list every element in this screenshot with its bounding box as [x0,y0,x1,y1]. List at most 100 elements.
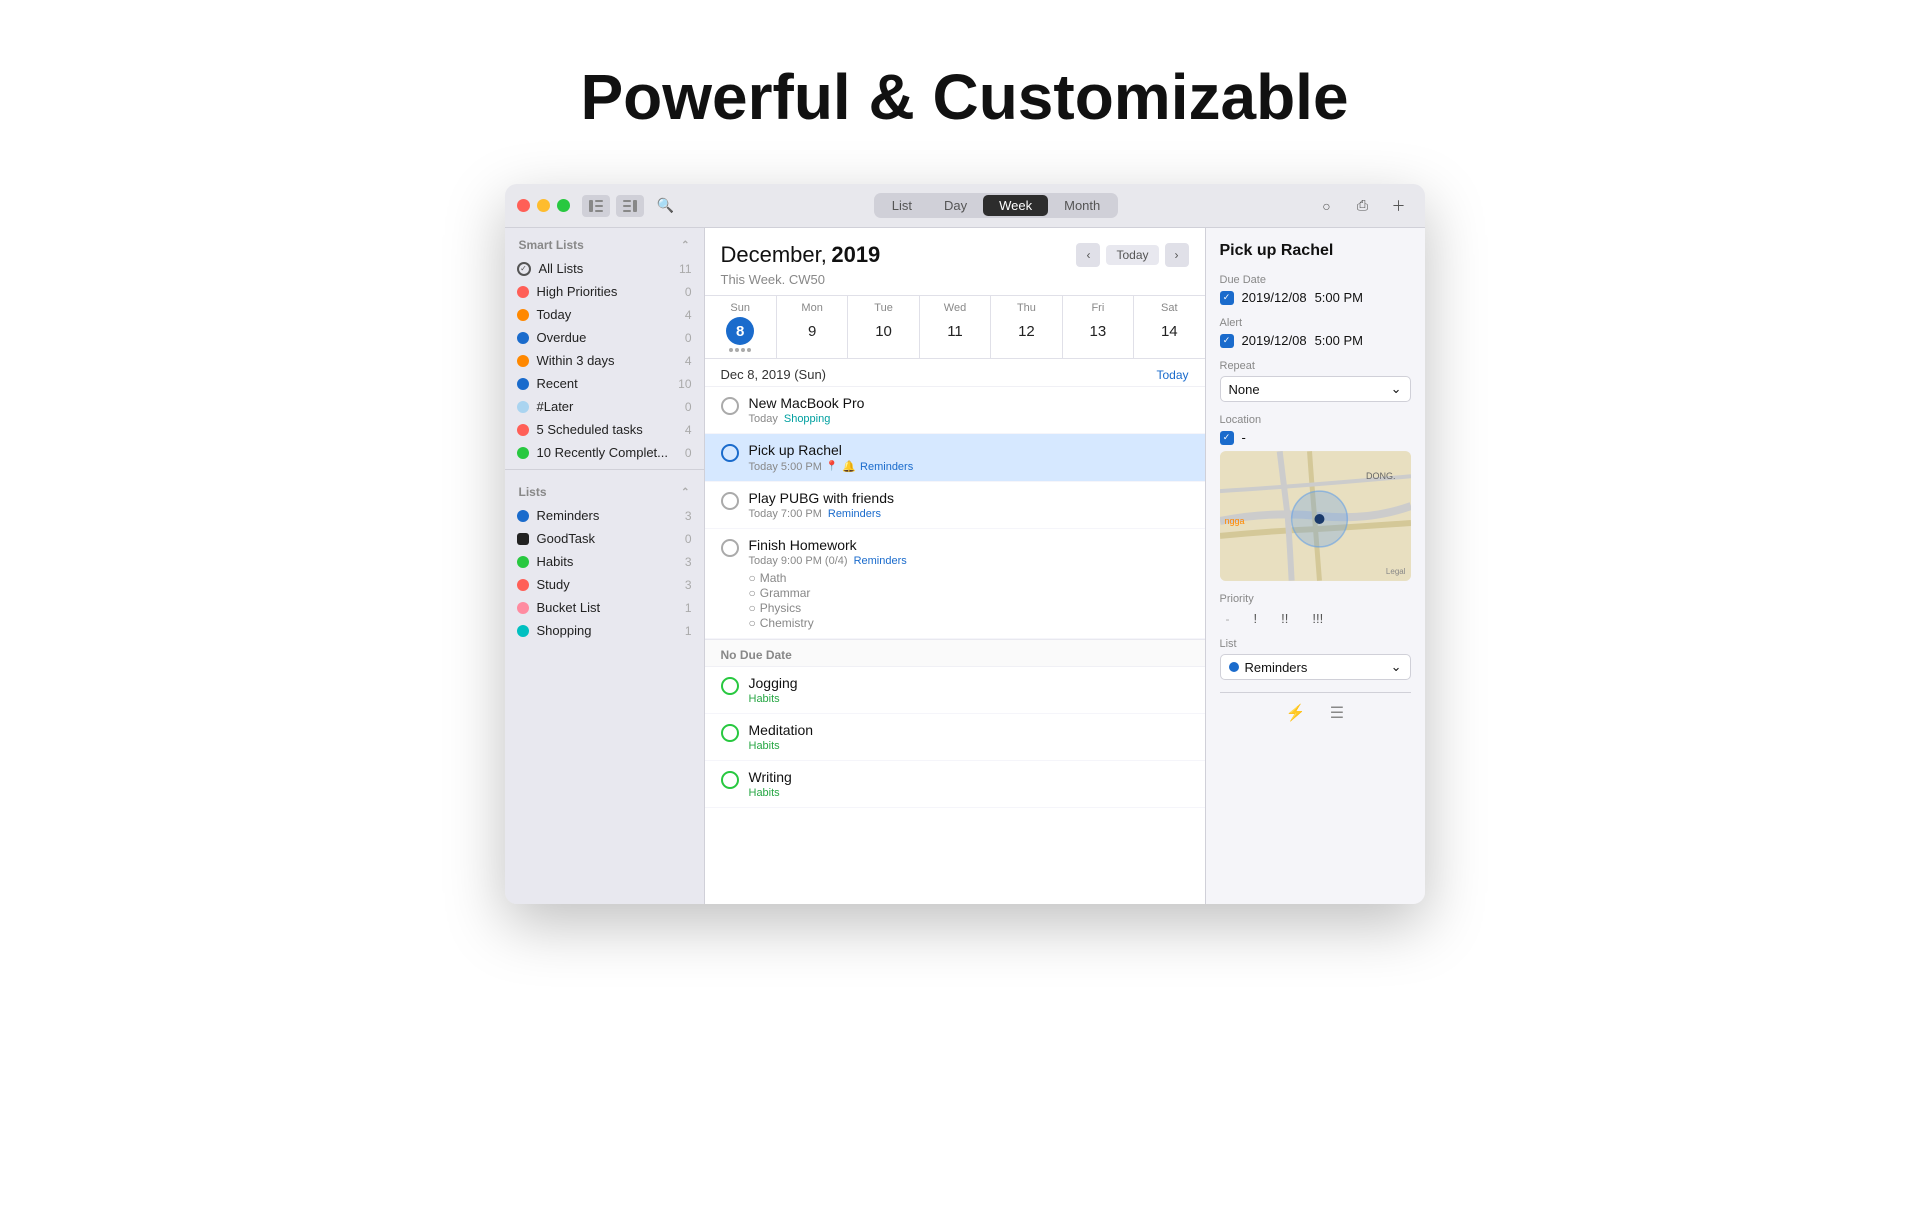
week-day-mon[interactable]: Mon 9 [776,296,847,358]
sidebar-item-bucket-list[interactable]: Bucket List 1 [505,596,704,619]
task-content-pubg: Play PUBG with friends Today 7:00 PM Rem… [749,490,1189,520]
maximize-button[interactable] [557,199,570,212]
task-circle-pubg[interactable] [721,492,739,510]
task-item-homework[interactable]: Finish Homework Today 9:00 PM (0/4) Remi… [705,529,1205,639]
sidebar-item-recently-complete[interactable]: 10 Recently Complet... 0 [505,441,704,464]
date-header-row: Dec 8, 2019 (Sun) Today [705,359,1205,387]
task-item-pick-up-rachel[interactable]: Pick up Rachel Today 5:00 PM 📍 🔔 Reminde… [705,434,1205,482]
app-window: 🔍 List Day Week Month ○ ⎙ ＋ Smart Lists … [505,184,1425,904]
week-day-thu[interactable]: Thu 12 [990,296,1061,358]
tab-day[interactable]: Day [928,195,983,216]
sidebar-item-overdue-count: 0 [685,331,692,345]
week-day-wed[interactable]: Wed 11 [919,296,990,358]
add-icon[interactable]: ＋ [1385,195,1413,217]
task-meta-pubg: Today 7:00 PM Reminders [749,508,1189,520]
all-lists-icon: ✓ [517,262,531,276]
week-dot [741,348,745,352]
tab-list[interactable]: List [876,195,928,216]
lists-chevron-icon: ⌃ [681,487,689,498]
week-dot [747,348,751,352]
date-header-label: Dec 8, 2019 (Sun) [721,367,827,382]
task-title-homework: Finish Homework [749,537,1189,553]
task-circle-rachel[interactable] [721,444,739,462]
sidebar-item-bucket-list-label: Bucket List [537,600,685,615]
week-day-tue[interactable]: Tue 10 [847,296,918,358]
sidebar-item-today-count: 4 [685,308,692,322]
task-item-meditation[interactable]: Meditation Habits [705,714,1205,761]
menu-icon[interactable]: ☰ [1330,703,1344,723]
week-day-name-sat: Sat [1161,302,1178,314]
sidebar-item-today[interactable]: Today 4 [505,303,704,326]
sidebar-item-later[interactable]: #Later 0 [505,395,704,418]
share-icon[interactable]: ⎙ [1349,195,1377,217]
sidebar-item-shopping[interactable]: Shopping 1 [505,619,704,642]
nav-next-button[interactable]: › [1165,243,1189,267]
task-item-writing[interactable]: Writing Habits [705,761,1205,808]
week-day-num-mon: 9 [798,317,826,345]
task-item-jogging[interactable]: Jogging Habits [705,667,1205,714]
due-time-value: 5:00 PM [1315,290,1363,305]
sidebar-item-all-lists[interactable]: ✓ All Lists 11 [505,257,704,280]
task-circle-writing[interactable] [721,771,739,789]
circle-icon[interactable]: ○ [1313,195,1341,217]
view-tabs: List Day Week Month [874,193,1119,218]
nav-today-button[interactable]: Today [1106,245,1158,265]
priority-high-button[interactable]: !!! [1306,609,1329,628]
due-date-checkbox[interactable]: ✓ [1220,291,1234,305]
nav-prev-button[interactable]: ‹ [1076,243,1100,267]
sidebar-item-scheduled[interactable]: 5 Scheduled tasks 4 [505,418,704,441]
task-title-pubg: Play PUBG with friends [749,490,1189,506]
sidebar-item-high-priorities[interactable]: High Priorities 0 [505,280,704,303]
sidebar-item-habits[interactable]: Habits 3 [505,550,704,573]
sidebar-item-within-3-days-label: Within 3 days [537,353,685,368]
detail-toggle-icon[interactable] [616,195,644,217]
week-day-sat[interactable]: Sat 14 [1133,296,1204,358]
sidebar-item-within-3-days[interactable]: Within 3 days 4 [505,349,704,372]
close-button[interactable] [517,199,530,212]
task-content-meditation: Meditation Habits [749,722,1189,752]
task-item-pubg[interactable]: Play PUBG with friends Today 7:00 PM Rem… [705,482,1205,529]
week-day-name-thu: Thu [1017,302,1036,314]
scheduled-dot [517,424,529,436]
sidebar-item-overdue[interactable]: Overdue 0 [505,326,704,349]
sidebar-item-goodtask[interactable]: GoodTask 0 [505,527,704,550]
list-select[interactable]: Reminders ⌄ [1220,654,1411,680]
sidebar-item-high-priorities-label: High Priorities [537,284,685,299]
repeat-select[interactable]: None ⌄ [1220,376,1411,402]
task-circle-homework[interactable] [721,539,739,557]
week-day-sun[interactable]: Sun 8 [705,296,776,358]
minimize-button[interactable] [537,199,550,212]
sidebar-item-reminders[interactable]: Reminders 3 [505,504,704,527]
date-header-today-button[interactable]: Today [1156,368,1188,382]
sidebar-item-study[interactable]: Study 3 [505,573,704,596]
tab-month[interactable]: Month [1048,195,1116,216]
subtask-grammar: ○Grammar [749,586,1189,600]
priority-med-button[interactable]: !! [1275,609,1294,628]
lightning-icon[interactable]: ⚡ [1286,703,1306,723]
list-section: List Reminders ⌄ [1220,638,1411,680]
sidebar-item-shopping-count: 1 [685,624,692,638]
subtask-math: ○Math [749,571,1189,585]
sidebar-item-recent[interactable]: Recent 10 [505,372,704,395]
alert-checkbox[interactable]: ✓ [1220,334,1234,348]
tab-week[interactable]: Week [983,195,1048,216]
alert-row: ✓ 2019/12/08 5:00 PM [1220,333,1411,348]
sidebar-icon[interactable] [582,195,610,217]
task-circle-meditation[interactable] [721,724,739,742]
repeat-value: None [1229,382,1260,397]
week-day-fri[interactable]: Fri 13 [1062,296,1133,358]
task-circle-macbook[interactable] [721,397,739,415]
priority-low-button[interactable]: ! [1248,609,1264,628]
subtask-physics: ○Physics [749,601,1189,615]
task-item-macbook[interactable]: New MacBook Pro Today Shopping [705,387,1205,434]
map-dong-label: DONG. [1366,471,1396,481]
study-dot [517,579,529,591]
priority-none-button[interactable]: - [1220,610,1236,628]
due-date-value: 2019/12/08 [1242,290,1307,305]
priority-section: Priority - ! !! !!! [1220,593,1411,628]
location-checkbox[interactable]: ✓ [1220,431,1234,445]
task-circle-jogging[interactable] [721,677,739,695]
location-value: - [1242,430,1246,445]
search-button[interactable]: 🔍 [652,195,680,217]
priority-buttons: - ! !! !!! [1220,609,1411,628]
